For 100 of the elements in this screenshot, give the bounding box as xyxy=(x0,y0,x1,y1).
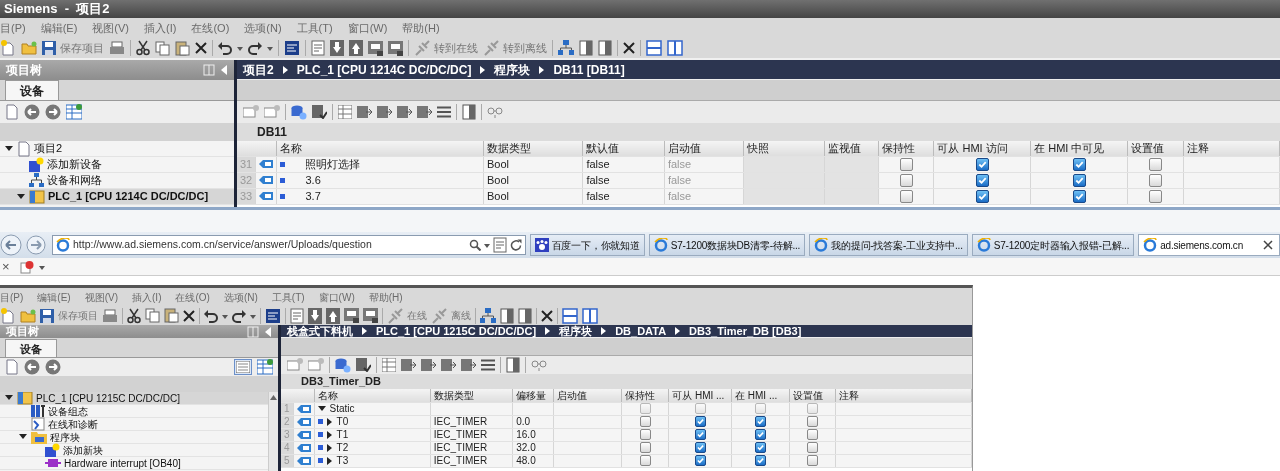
checkbox[interactable] xyxy=(639,455,651,466)
column-header[interactable]: 启动值 xyxy=(553,389,622,402)
back-icon[interactable] xyxy=(0,234,22,256)
collapse-icon[interactable] xyxy=(264,325,272,338)
list-icon[interactable] xyxy=(481,359,495,371)
checkbox[interactable] xyxy=(639,429,651,440)
browser-tab[interactable]: 百度一下，你就知道 xyxy=(529,234,645,256)
column-header[interactable]: 数据类型 xyxy=(483,141,583,156)
checkbox[interactable] xyxy=(1072,189,1086,203)
menu-item[interactable]: 插入(I) xyxy=(132,289,162,305)
tree-item[interactable]: 程序块 xyxy=(0,431,268,444)
forward-icon[interactable] xyxy=(26,235,46,255)
checkbox[interactable] xyxy=(806,442,818,453)
block-icon[interactable] xyxy=(377,105,392,119)
checkbox[interactable] xyxy=(806,416,818,427)
grid-icon[interactable] xyxy=(382,358,396,372)
column-header[interactable]: 设置值 xyxy=(789,389,836,402)
scroll-up-icon[interactable] xyxy=(270,395,277,400)
breadcrumb-item[interactable]: PLC_1 [CPU 1214C DC/DC/DC] xyxy=(296,63,472,76)
undo-icon[interactable] xyxy=(204,308,218,323)
download-icon[interactable] xyxy=(308,307,322,324)
collapse-icon[interactable] xyxy=(220,64,228,76)
close-icon[interactable] xyxy=(1263,240,1273,250)
caret-icon[interactable] xyxy=(483,241,490,249)
checkbox[interactable] xyxy=(754,442,766,453)
checkbox[interactable] xyxy=(899,157,913,171)
menu-item[interactable]: 在线(O) xyxy=(191,19,230,37)
split-view-icon[interactable] xyxy=(562,307,578,324)
menu-item[interactable]: 插入(I) xyxy=(144,19,177,37)
menu-item[interactable]: 编辑(E) xyxy=(40,19,78,37)
block-icon[interactable] xyxy=(357,105,372,119)
collapsed-icon[interactable] xyxy=(326,456,333,465)
tab[interactable]: 设备 xyxy=(5,80,59,100)
document-icon[interactable] xyxy=(5,104,19,120)
column-header[interactable]: 可从 HMI 访问 xyxy=(933,141,1031,156)
checkbox[interactable] xyxy=(806,455,818,466)
checkbox[interactable] xyxy=(1072,157,1086,171)
breadcrumb-item[interactable]: DB11 [DB11] xyxy=(553,63,625,76)
back-icon[interactable] xyxy=(24,104,40,120)
tree-item[interactable]: 添加新块 xyxy=(0,444,268,457)
undo-icon[interactable] xyxy=(218,41,232,55)
hierarchy-icon[interactable] xyxy=(558,40,574,56)
forward-icon[interactable] xyxy=(45,359,61,375)
checkbox[interactable] xyxy=(754,429,766,440)
forward-icon[interactable] xyxy=(45,104,61,120)
panel-icon[interactable] xyxy=(518,307,532,324)
back-icon[interactable] xyxy=(24,359,40,375)
block-icon[interactable] xyxy=(461,358,476,372)
collapsed-icon[interactable] xyxy=(326,443,333,452)
checkbox[interactable] xyxy=(975,157,989,171)
tree-item[interactable]: 在线和诊断 xyxy=(0,418,268,431)
upload-icon[interactable] xyxy=(326,307,340,324)
checkbox[interactable] xyxy=(899,173,913,187)
menu-item[interactable]: 帮助(H) xyxy=(402,19,440,37)
column-header[interactable]: 注释 xyxy=(1183,141,1280,156)
delete-icon[interactable] xyxy=(183,309,195,322)
printer-icon[interactable] xyxy=(109,41,125,55)
menu-item[interactable]: 工具(T) xyxy=(271,289,305,305)
upload-icon[interactable] xyxy=(349,40,363,56)
save-icon[interactable] xyxy=(42,41,56,55)
breadcrumb-item[interactable]: PLC_1 [CPU 1215C DC/DC/DC] xyxy=(376,325,537,337)
menu-item[interactable]: 选项(N) xyxy=(244,19,282,37)
close-button[interactable]: × xyxy=(2,260,10,273)
checkbox[interactable] xyxy=(1148,157,1162,171)
browser-tab[interactable]: ad.siemens.com.cn xyxy=(1138,234,1280,256)
checkbox[interactable] xyxy=(975,189,989,203)
list-icon[interactable] xyxy=(437,106,451,118)
column-header[interactable]: 注释 xyxy=(835,389,972,402)
expanded-icon[interactable] xyxy=(17,193,25,200)
tab[interactable]: 设备 xyxy=(5,338,57,357)
block-icon[interactable] xyxy=(417,105,432,119)
block-icon[interactable] xyxy=(397,105,412,119)
browser-tab[interactable]: S7-1200数据块DB清零-待解... xyxy=(648,234,806,256)
block-icon[interactable] xyxy=(401,358,416,372)
glasses-icon[interactable] xyxy=(531,359,547,371)
menu-item[interactable]: 目(P) xyxy=(0,289,24,305)
compile-icon[interactable] xyxy=(284,40,300,56)
refresh-icon[interactable] xyxy=(509,239,522,251)
redo-icon[interactable] xyxy=(248,41,262,55)
tree-item[interactable]: PLC_1 [CPU 1214C DC/DC/DC] xyxy=(0,189,234,205)
view-toggle[interactable] xyxy=(234,359,252,375)
split-view-icon[interactable] xyxy=(667,40,683,56)
database-icon[interactable] xyxy=(291,104,307,120)
menu-item[interactable]: 窗口(W) xyxy=(347,19,388,37)
printer-icon[interactable] xyxy=(102,308,118,323)
menu-item[interactable]: 选项(N) xyxy=(223,289,258,305)
panel-icon[interactable] xyxy=(500,307,514,324)
breadcrumb-item[interactable]: 程序块 xyxy=(494,63,531,76)
page-icon[interactable] xyxy=(356,358,371,372)
caret-icon[interactable] xyxy=(237,44,243,52)
checkbox[interactable] xyxy=(694,455,706,466)
checkbox[interactable] xyxy=(899,189,913,203)
collapsed-icon[interactable] xyxy=(326,430,333,439)
table-icon[interactable] xyxy=(66,104,82,120)
column-header[interactable]: 保持性 xyxy=(621,389,669,402)
checkbox[interactable] xyxy=(806,429,818,440)
checkbox[interactable] xyxy=(694,429,706,440)
delete-icon[interactable] xyxy=(195,42,207,54)
checkbox[interactable] xyxy=(975,173,989,187)
block-icon[interactable] xyxy=(421,358,436,372)
